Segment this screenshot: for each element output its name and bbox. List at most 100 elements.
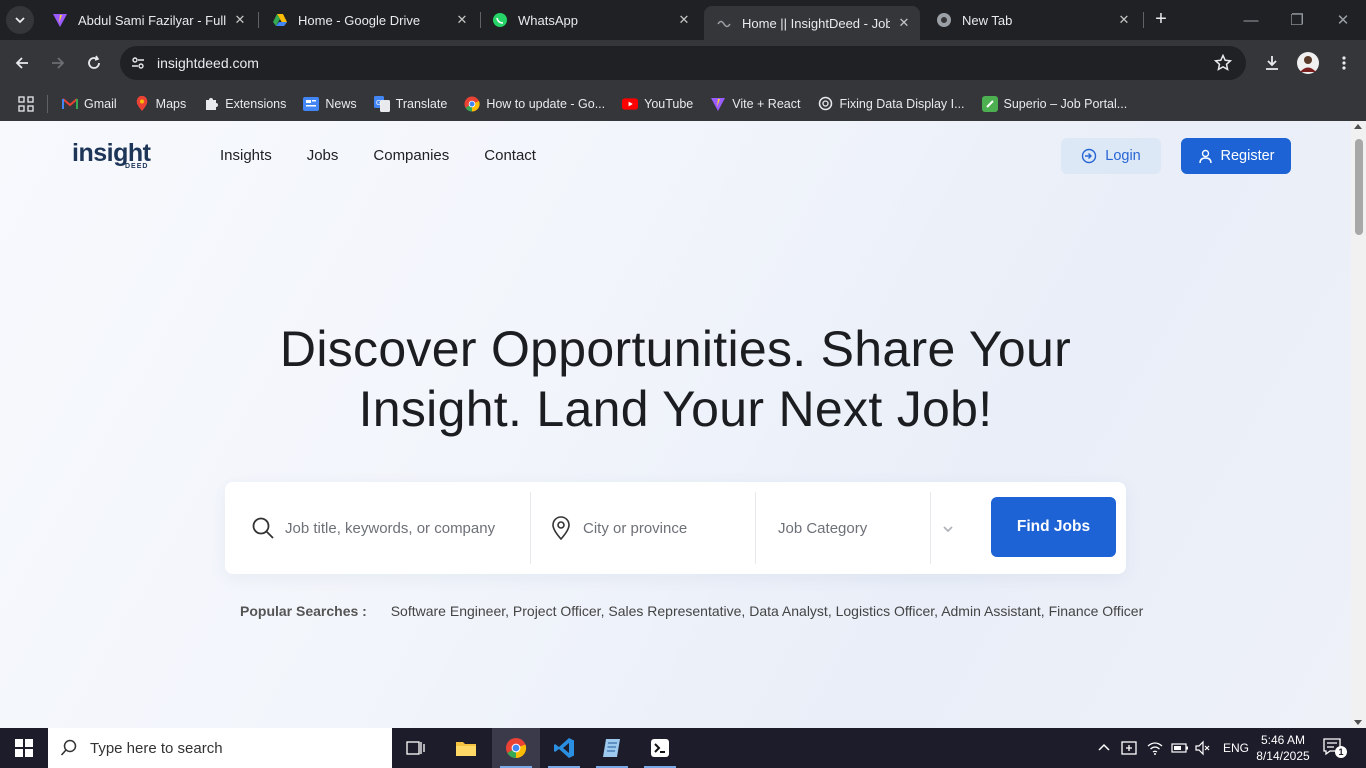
scroll-down-icon[interactable] bbox=[1354, 720, 1362, 725]
task-view-button[interactable] bbox=[392, 728, 440, 768]
browser-tab-2[interactable]: Home - Google Drive ✕ bbox=[260, 0, 478, 40]
volume-muted-icon[interactable] bbox=[1195, 740, 1211, 756]
page-scrollbar[interactable] bbox=[1351, 121, 1366, 728]
register-button[interactable]: Register bbox=[1181, 138, 1291, 174]
category-placeholder: Job Category bbox=[778, 519, 868, 537]
taskbar-search-placeholder: Type here to search bbox=[90, 739, 223, 757]
language-indicator[interactable]: ENG bbox=[1223, 741, 1249, 755]
browser-tab-3[interactable]: WhatsApp ✕ bbox=[480, 0, 700, 40]
bookmark-superio[interactable]: Superio – Job Portal... bbox=[981, 95, 1127, 112]
site-logo[interactable]: insight DEED bbox=[72, 139, 152, 175]
nav-insights[interactable]: Insights bbox=[220, 147, 272, 164]
close-icon[interactable]: ✕ bbox=[232, 12, 248, 28]
vite-icon bbox=[711, 97, 726, 111]
minimize-button[interactable]: — bbox=[1228, 0, 1274, 40]
scroll-thumb[interactable] bbox=[1355, 139, 1363, 235]
arrow-left-icon bbox=[15, 57, 28, 69]
menu-button[interactable] bbox=[1330, 49, 1358, 77]
translate-icon: G bbox=[373, 95, 390, 112]
popular-search-link[interactable]: Data Analyst, bbox=[749, 603, 832, 619]
location-field[interactable]: City or province bbox=[551, 482, 751, 574]
battery-icon[interactable] bbox=[1171, 740, 1189, 756]
scroll-up-icon[interactable] bbox=[1354, 124, 1362, 129]
apps-button[interactable] bbox=[18, 95, 37, 112]
taskbar-search[interactable]: Type here to search bbox=[48, 728, 392, 768]
vscode-taskbar-button[interactable] bbox=[540, 728, 588, 768]
close-icon[interactable]: ✕ bbox=[676, 12, 692, 28]
whatsapp-icon bbox=[493, 13, 507, 27]
new-tab-button[interactable]: + bbox=[1150, 8, 1172, 30]
bookmark-label: Extensions bbox=[225, 96, 287, 111]
tab-title: Home || InsightDeed - Job P bbox=[742, 15, 890, 31]
bookmark-how-to-update[interactable]: How to update - Go... bbox=[464, 96, 605, 112]
chrome-icon bbox=[506, 738, 527, 759]
url-text[interactable]: insightdeed.com bbox=[157, 55, 259, 71]
reload-button[interactable] bbox=[80, 49, 108, 77]
popular-searches: Popular Searches : Software Engineer, Pr… bbox=[240, 603, 1143, 619]
close-icon[interactable]: ✕ bbox=[896, 15, 912, 31]
nav-contact[interactable]: Contact bbox=[484, 147, 536, 164]
file-explorer-button[interactable] bbox=[442, 728, 490, 768]
address-bar[interactable]: insightdeed.com bbox=[120, 46, 1246, 80]
bookmark-label: YouTube bbox=[644, 96, 694, 111]
popular-search-link[interactable]: Software Engineer, bbox=[391, 603, 509, 619]
nav-companies[interactable]: Companies bbox=[373, 147, 449, 164]
popular-search-link[interactable]: Logistics Officer, bbox=[836, 603, 938, 619]
browser-tab-active[interactable]: Home || InsightDeed - Job P ✕ bbox=[704, 6, 920, 40]
bookmark-label: Translate bbox=[395, 96, 448, 111]
search-icon bbox=[252, 517, 274, 539]
tab-search-button[interactable] bbox=[6, 6, 34, 34]
terminal-taskbar-button[interactable] bbox=[636, 728, 684, 768]
meet-now-icon[interactable] bbox=[1121, 740, 1137, 756]
category-select[interactable]: Job Category bbox=[778, 482, 968, 574]
close-window-button[interactable]: ✕ bbox=[1320, 0, 1366, 40]
wifi-icon[interactable] bbox=[1147, 740, 1163, 756]
close-icon[interactable]: ✕ bbox=[454, 12, 470, 28]
site-info-icon[interactable] bbox=[130, 55, 146, 71]
bookmark-label: How to update - Go... bbox=[486, 96, 606, 111]
popular-search-link[interactable]: Sales Representative, bbox=[608, 603, 745, 619]
bookmark-gmail[interactable]: Gmail bbox=[62, 96, 117, 112]
browser-tab-5[interactable]: New Tab ✕ bbox=[924, 0, 1140, 40]
download-icon bbox=[1266, 56, 1278, 70]
nav-jobs[interactable]: Jobs bbox=[307, 147, 339, 164]
notepad-taskbar-button[interactable] bbox=[588, 728, 636, 768]
news-icon bbox=[303, 96, 320, 111]
popular-search-link[interactable]: Admin Assistant, bbox=[941, 603, 1045, 619]
back-button[interactable] bbox=[8, 49, 36, 77]
bookmark-youtube[interactable]: YouTube bbox=[622, 96, 693, 112]
forward-button[interactable] bbox=[44, 49, 72, 77]
taskbar-clock[interactable]: 5:46 AM 8/14/2025 bbox=[1248, 732, 1318, 764]
bookmark-news[interactable]: News bbox=[303, 96, 357, 112]
start-button[interactable] bbox=[0, 728, 48, 768]
bookmark-translate[interactable]: G Translate bbox=[373, 95, 448, 112]
bookmark-maps[interactable]: Maps bbox=[134, 95, 186, 112]
hero-line-1: Discover Opportunities. Share Your bbox=[279, 321, 1072, 377]
popular-search-link[interactable]: Finance Officer bbox=[1049, 603, 1144, 619]
find-jobs-button[interactable]: Find Jobs bbox=[991, 497, 1116, 557]
profile-button[interactable] bbox=[1294, 49, 1322, 77]
browser-tab-1[interactable]: Abdul Sami Fazilyar - Full-St ✕ bbox=[40, 0, 256, 40]
chrome-taskbar-button[interactable] bbox=[492, 728, 540, 768]
keyword-field[interactable]: Job title, keywords, or company bbox=[251, 482, 531, 574]
clock-date: 8/14/2025 bbox=[1256, 749, 1310, 763]
category-dropdown-toggle[interactable] bbox=[942, 522, 954, 540]
restore-button[interactable]: ❐ bbox=[1274, 0, 1320, 40]
logo-subtext: DEED bbox=[125, 163, 149, 170]
downloads-button[interactable] bbox=[1258, 49, 1286, 77]
chevron-up-icon[interactable] bbox=[1097, 741, 1111, 755]
main-nav: Insights Jobs Companies Contact bbox=[220, 147, 571, 164]
bookmark-fixing-data[interactable]: Fixing Data Display I... bbox=[817, 96, 965, 112]
bookmark-label: News bbox=[325, 96, 357, 111]
bookmark-vite-react[interactable]: Vite + React bbox=[710, 96, 800, 112]
close-icon[interactable]: ✕ bbox=[1116, 12, 1132, 28]
bookmark-extensions[interactable]: Extensions bbox=[203, 96, 286, 112]
vite-icon bbox=[53, 14, 67, 27]
bookmark-star-icon[interactable] bbox=[1214, 54, 1232, 72]
notification-center-button[interactable]: 1 bbox=[1322, 736, 1347, 760]
search-divider bbox=[755, 492, 756, 564]
popular-search-link[interactable]: Project Officer, bbox=[513, 603, 605, 619]
login-button[interactable]: Login bbox=[1061, 138, 1161, 174]
tab-separator bbox=[1143, 12, 1144, 28]
apps-grid-icon bbox=[18, 95, 34, 112]
